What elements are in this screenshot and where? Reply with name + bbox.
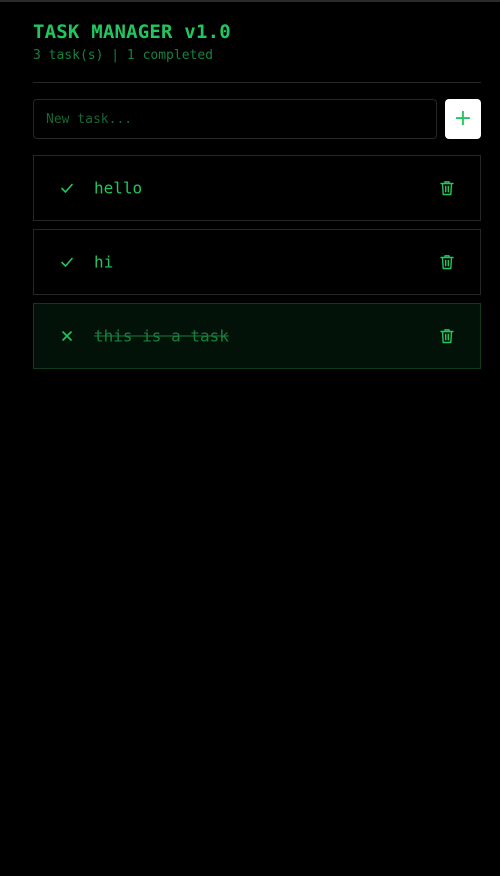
new-task-row: + (33, 99, 481, 139)
trash-icon[interactable] (438, 253, 456, 271)
check-icon[interactable] (58, 179, 76, 197)
app-title: TASK MANAGER v1.0 (33, 21, 231, 43)
task-item: hi (33, 229, 481, 295)
trash-icon[interactable] (438, 179, 456, 197)
task-text: hi (94, 252, 114, 272)
task-summary: 3 task(s) | 1 completed (33, 48, 214, 63)
add-task-button[interactable]: + (445, 99, 481, 139)
new-task-input[interactable] (33, 99, 437, 139)
x-icon[interactable] (58, 327, 76, 345)
task-text: hello (94, 178, 143, 198)
task-item-completed: this is a task (33, 303, 481, 369)
top-border (0, 0, 500, 2)
task-text: this is a task (94, 326, 229, 346)
task-list: hello hi this is a task (33, 155, 481, 369)
check-icon[interactable] (58, 253, 76, 271)
header-divider (33, 82, 481, 83)
trash-icon[interactable] (438, 327, 456, 345)
task-item: hello (33, 155, 481, 221)
task-manager-panel: TASK MANAGER v1.0 3 task(s) | 1 complete… (33, 20, 481, 377)
